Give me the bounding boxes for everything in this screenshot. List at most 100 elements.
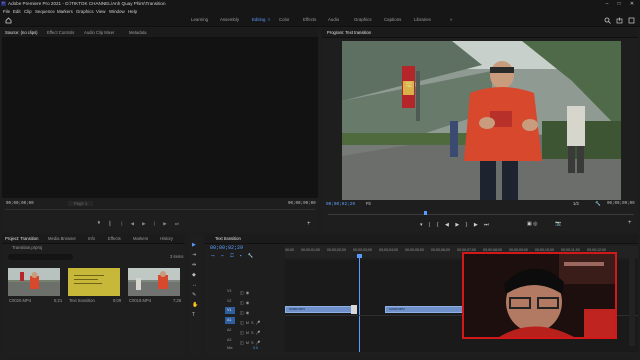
share-icon[interactable] — [616, 17, 623, 24]
tab-project[interactable]: Project: Transition — [5, 236, 39, 241]
timeline-clip-video[interactable]: C0020.MP4 — [285, 306, 355, 313]
track-v2-label[interactable]: V2 — [227, 299, 231, 303]
source-scrubber[interactable] — [5, 209, 315, 210]
program-resolution-dropdown[interactable]: 1/2 — [573, 201, 579, 206]
sequence-name: Text transition — [69, 298, 95, 303]
home-icon[interactable] — [5, 17, 12, 24]
maximize-button[interactable]: □ — [614, 0, 624, 8]
source-tabbar: Source: (no clips) Effect Controls Audio… — [2, 28, 318, 38]
menu-markers[interactable]: Markers — [57, 9, 73, 14]
tab-source[interactable]: Source: (no clips) — [5, 30, 38, 35]
timeline-toolbar-icons[interactable]: ⤳⌒◫▾🔧 — [211, 253, 259, 259]
tab-audio-clip-mixer[interactable]: Audio Clip Mixer — [84, 30, 115, 35]
clip-duration: 7;26 — [173, 298, 182, 303]
tab-info[interactable]: Info — [88, 236, 95, 241]
ruler-tick: 00;00;04;00 — [379, 248, 398, 252]
tab-program[interactable]: Program: Text transition — [327, 30, 371, 35]
ripple-edit-tool-icon[interactable]: ⇹ — [192, 262, 196, 268]
menu-clip[interactable]: Clip — [24, 9, 32, 14]
type-tool-icon[interactable]: T — [192, 312, 195, 318]
project-search-input[interactable] — [8, 254, 73, 260]
facecam-image — [464, 254, 615, 337]
project-panel: Project: Transition Media Browser Info E… — [2, 234, 185, 358]
search-icon[interactable] — [604, 17, 611, 24]
program-scrubber[interactable] — [328, 214, 634, 215]
sequence-duration: 9;09 — [113, 298, 122, 303]
window-title: Adobe Premiere Pro 2021 - D:\TIKTOK CHAN… — [8, 1, 166, 6]
menu-sequence[interactable]: Sequence — [35, 9, 55, 14]
mix-label: Mix — [227, 346, 233, 350]
source-add-button[interactable]: + — [307, 221, 311, 227]
sequence-thumbnail[interactable] — [68, 268, 120, 296]
program-transport-controls[interactable]: ▾|{◀▶}▶⏭ — [420, 222, 530, 229]
program-add-button[interactable]: + — [628, 220, 632, 226]
minimize-button[interactable]: – — [602, 0, 612, 8]
clip-thumbnail[interactable] — [128, 268, 180, 296]
ruler-tick: 00;00;05;00 — [405, 248, 424, 252]
track-v1-label[interactable]: V1 — [227, 308, 231, 312]
tab-markers[interactable]: Markers — [133, 236, 148, 241]
program-fit-dropdown[interactable]: Fit — [366, 201, 371, 206]
slip-tool-icon[interactable]: ↔ — [192, 282, 197, 288]
fullscreen-icon[interactable] — [628, 17, 635, 24]
workspace-editing[interactable]: Editing — [252, 17, 265, 22]
tab-metadata[interactable]: Metadata — [129, 30, 146, 35]
menu-window[interactable]: Window — [109, 9, 125, 14]
track-toggle-icons[interactable]: ◫ ◉ ◫ ◉ ◫ ◉ ◫ M S 🎤 ◫ M S 🎤 ◫ M S 🎤 — [240, 288, 260, 348]
track-v3-label[interactable]: V3 — [227, 289, 231, 293]
tab-media-browser[interactable]: Media Browser — [48, 236, 76, 241]
workspaces-bar: Learning Assembly Editing ≡ Color Effect… — [0, 15, 640, 27]
track-select-tool-icon[interactable]: ⇥ — [192, 252, 196, 258]
timeline-playhead-handle[interactable] — [357, 254, 362, 258]
workspace-graphics[interactable]: Graphics — [354, 17, 372, 22]
program-timecode[interactable]: 00;00;02;29 — [326, 202, 355, 207]
tab-effect-controls[interactable]: Effect Controls — [47, 30, 74, 35]
timeline-clip-video[interactable]: C0019.MP4 — [385, 306, 465, 313]
workspace-libraries[interactable]: Libraries — [414, 17, 431, 22]
close-button[interactable]: ✕ — [627, 0, 637, 8]
clip-duration: 5;21 — [54, 298, 63, 303]
track-a1-label[interactable]: A1 — [227, 318, 231, 322]
title-bar: Pr Adobe Premiere Pro 2021 - D:\TIKTOK C… — [0, 0, 640, 8]
menu-help[interactable]: Help — [128, 9, 137, 14]
export-frame-button[interactable]: ▣ ◎ — [527, 221, 537, 227]
program-tabbar: Program: Text transition — [322, 28, 638, 38]
workspaces-more-button[interactable]: » — [450, 17, 452, 22]
razor-tool-icon[interactable]: ◆ — [192, 272, 196, 278]
program-settings-icon[interactable]: 🔧 — [595, 201, 601, 207]
menu-edit[interactable]: Edit — [13, 9, 21, 14]
tab-history[interactable]: History — [160, 236, 173, 241]
timeline-timecode[interactable]: 00;00;02;29 — [210, 245, 243, 251]
menu-file[interactable]: File — [3, 9, 10, 14]
source-transport-controls[interactable]: ▘▎{◀▶}▶⏭ — [98, 221, 248, 229]
workspace-assembly[interactable]: Assembly — [220, 17, 239, 22]
workspace-menu-icon[interactable]: ≡ — [268, 17, 270, 22]
track-a3-label[interactable]: A3 — [227, 338, 231, 342]
program-playhead[interactable] — [424, 211, 427, 215]
source-timecode-left[interactable]: 00;00;00;00 — [6, 202, 34, 206]
transition-marker[interactable] — [351, 305, 357, 314]
workspace-audio[interactable]: Audio — [328, 17, 339, 22]
workspace-color[interactable]: Color — [279, 17, 290, 22]
ruler-tick: 00;00 — [285, 248, 294, 252]
workspace-effects[interactable]: Effects — [303, 17, 316, 22]
timeline-scrollbar[interactable] — [629, 246, 635, 346]
timeline-playhead[interactable] — [359, 255, 360, 352]
track-headers: V3 V2 V1 A1 A2 A3 Mix 0.0 ◫ ◉ ◫ ◉ ◫ ◉ ◫ … — [205, 284, 285, 352]
clip-thumbnail[interactable] — [8, 268, 60, 296]
track-a2-label[interactable]: A2 — [227, 328, 231, 332]
selection-tool-icon[interactable]: ▶ — [192, 242, 196, 248]
workspace-learning[interactable]: Learning — [191, 17, 208, 22]
camera-icon[interactable]: 📷 — [555, 221, 561, 227]
workspace-captions[interactable]: Captions — [384, 17, 401, 22]
menu-graphics[interactable]: Graphics — [76, 9, 94, 14]
menu-view[interactable]: View — [96, 9, 105, 14]
tab-sequence[interactable]: Text transition — [215, 236, 241, 241]
pen-tool-icon[interactable]: ✎ — [192, 292, 196, 298]
clip-name: C0019.MP4 — [129, 298, 152, 303]
source-timecode-right: 00;00;00;00 — [288, 202, 316, 206]
hand-tool-icon[interactable]: ✋ — [192, 302, 198, 308]
project-items-count: 3 items — [170, 254, 184, 259]
source-page-dropdown[interactable]: Page 1 — [68, 201, 94, 206]
tab-effects[interactable]: Effects — [108, 236, 121, 241]
